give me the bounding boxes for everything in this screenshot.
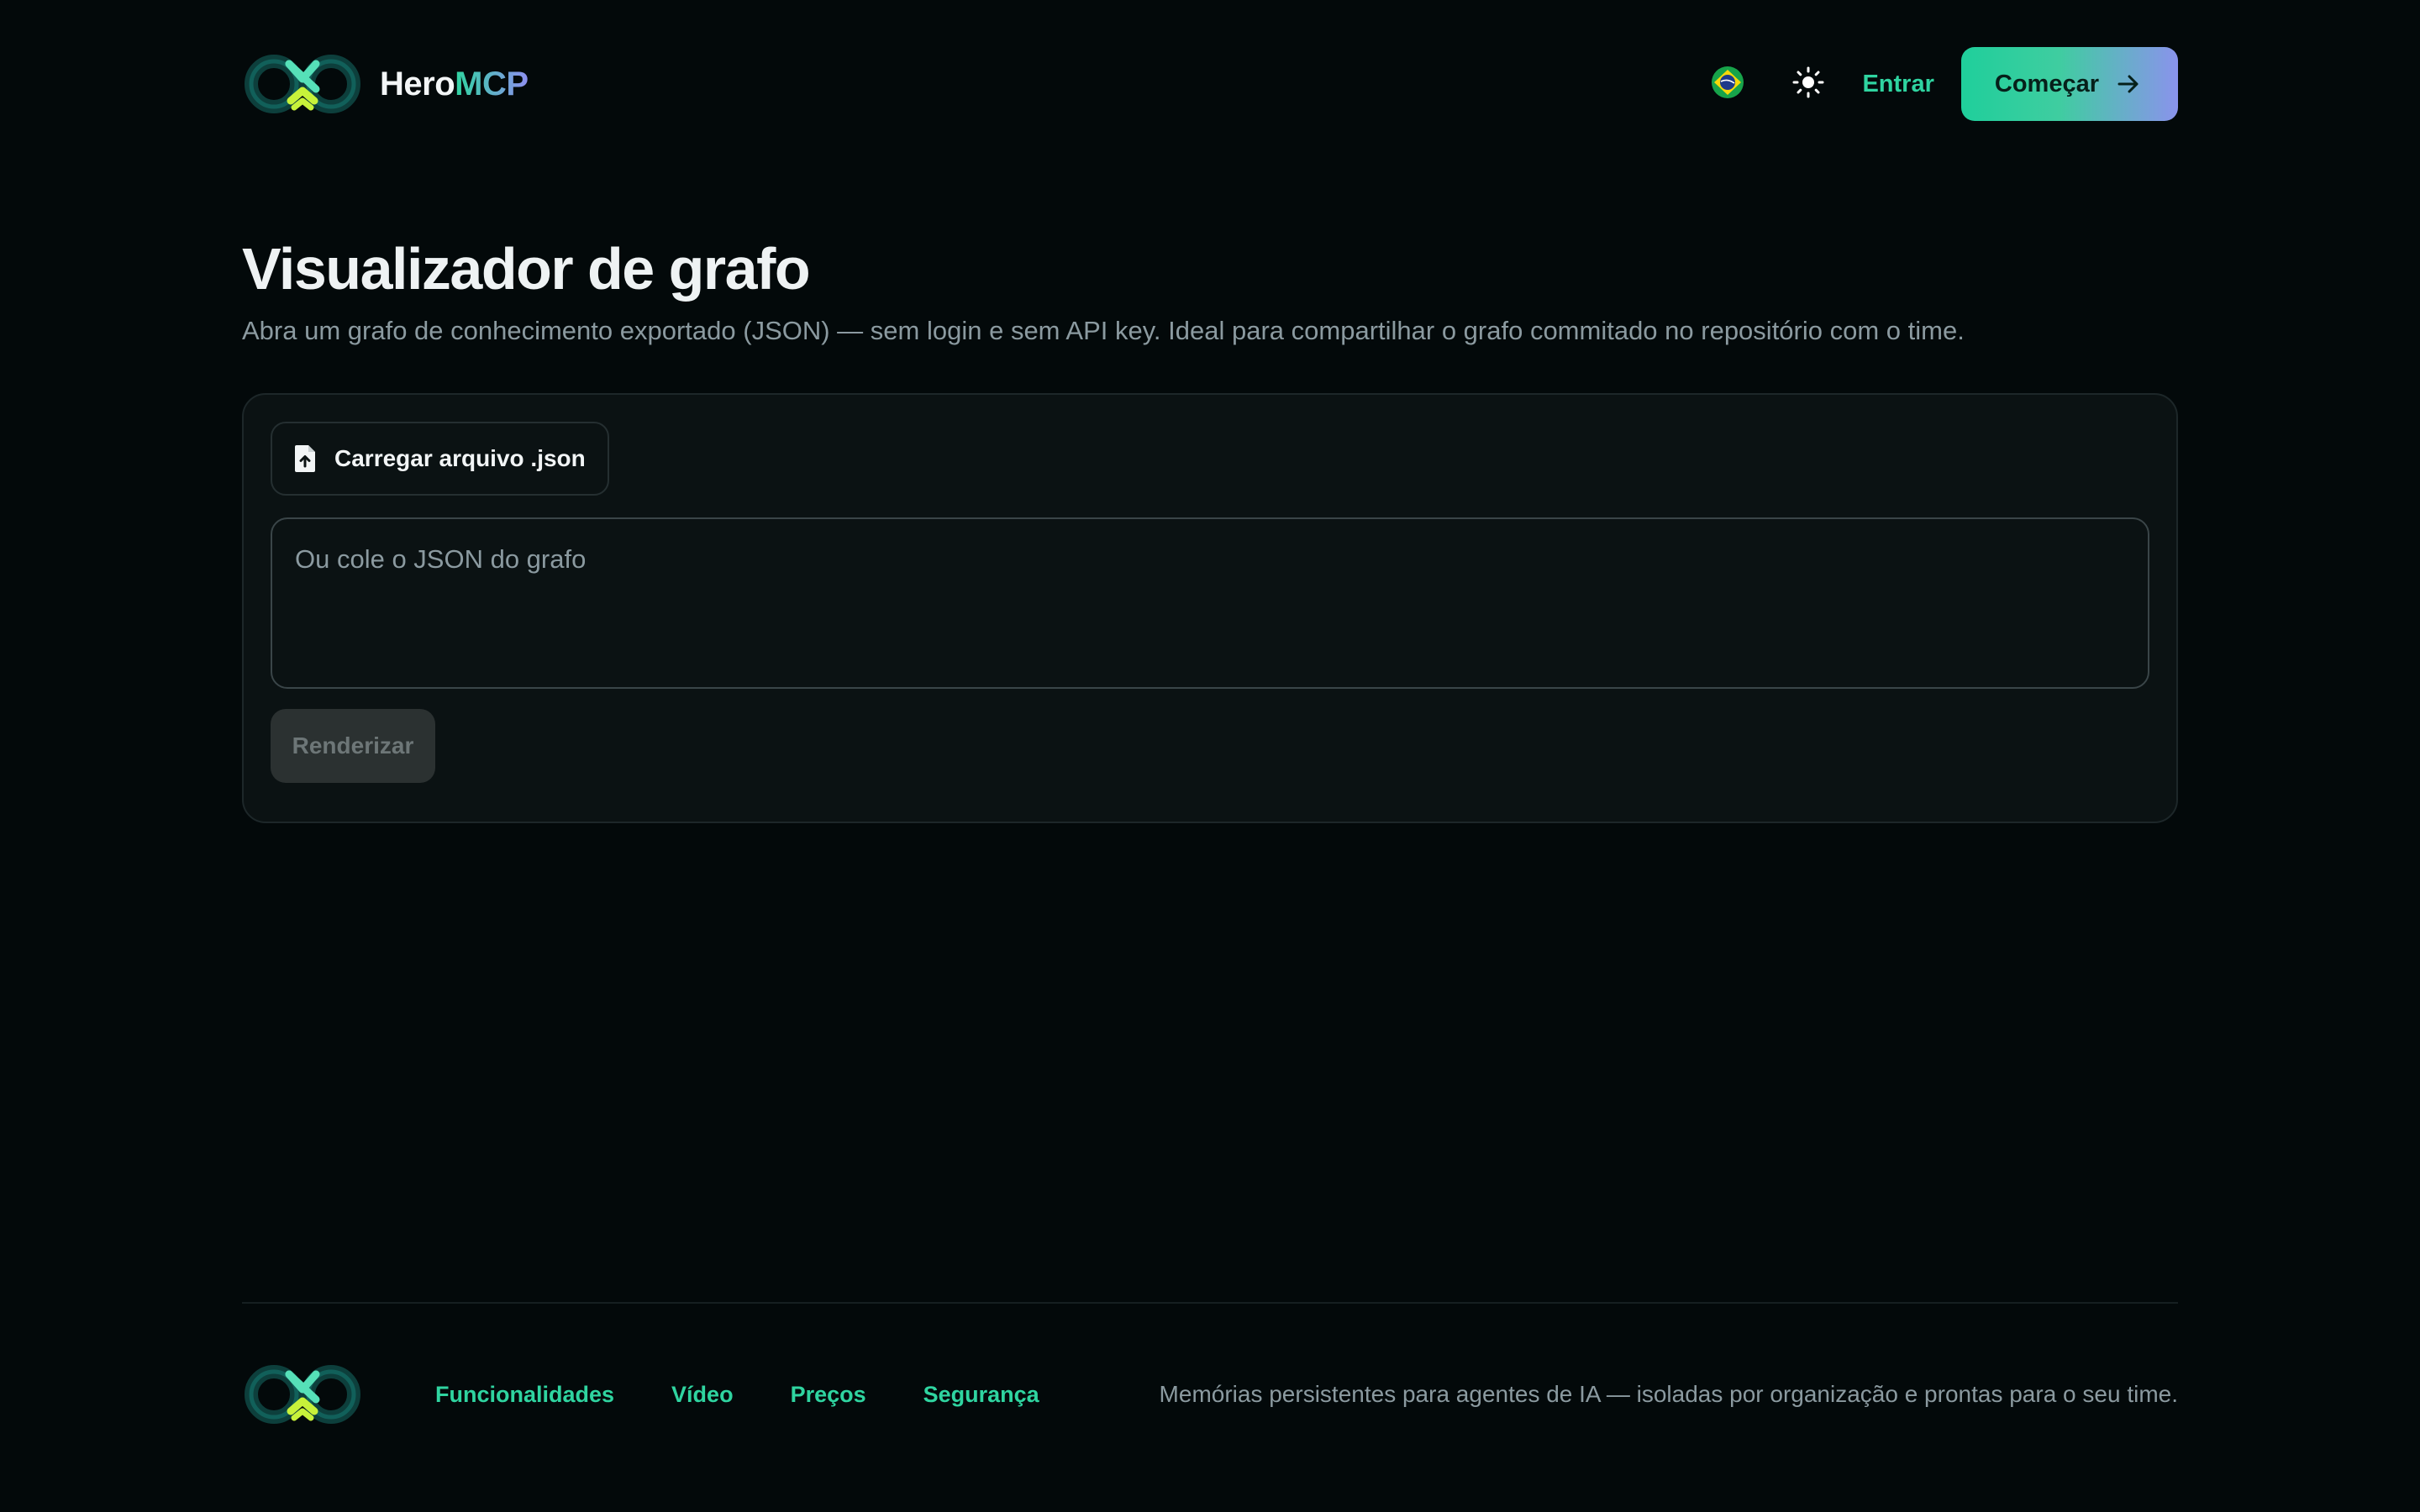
arrow-right-icon bbox=[2116, 71, 2141, 97]
file-upload-icon bbox=[292, 444, 318, 473]
graph-json-textarea[interactable] bbox=[271, 517, 2149, 689]
footer-tagline: Memórias persistentes para agentes de IA… bbox=[1159, 1381, 2178, 1407]
page-title: Visualizador de grafo bbox=[242, 236, 811, 302]
footer-link-pricing[interactable]: Preços bbox=[791, 1382, 866, 1408]
page-root: HeroMCP Entrar Começar Visualizador de g… bbox=[0, 0, 2420, 1512]
heromcp-logo-icon bbox=[242, 52, 363, 116]
brand-name-mcp: MCP bbox=[455, 65, 529, 102]
header-actions: Entrar Começar bbox=[1701, 47, 2178, 121]
theme-toggle-button[interactable] bbox=[1781, 57, 1835, 111]
brand-home-link[interactable]: HeroMCP bbox=[242, 52, 529, 116]
get-started-button[interactable]: Começar bbox=[1960, 47, 2178, 121]
footer-link-features[interactable]: Funcionalidades bbox=[435, 1382, 614, 1408]
footer-link-security[interactable]: Segurança bbox=[923, 1382, 1039, 1408]
sun-icon bbox=[1791, 66, 1825, 103]
footer-nav: Funcionalidades Vídeo Preços Segurança bbox=[435, 1378, 1039, 1411]
language-switch-button[interactable] bbox=[1701, 57, 1754, 111]
footer-divider bbox=[242, 1302, 2178, 1304]
brand-name: HeroMCP bbox=[380, 66, 529, 103]
page-subtitle: Abra um grafo de conhecimento exportado … bbox=[242, 316, 1965, 345]
brazil-flag-icon bbox=[1711, 66, 1744, 103]
get-started-label: Começar bbox=[1994, 70, 2099, 97]
upload-json-label: Carregar arquivo .json bbox=[334, 445, 586, 471]
brand-name-hero: Hero bbox=[380, 65, 455, 102]
top-header: HeroMCP Entrar Começar bbox=[242, 47, 2178, 121]
footer-logo-icon[interactable] bbox=[242, 1362, 363, 1431]
upload-json-button[interactable]: Carregar arquivo .json bbox=[271, 422, 609, 496]
footer-link-video[interactable]: Vídeo bbox=[671, 1382, 734, 1408]
graph-import-card: Carregar arquivo .json Renderizar bbox=[242, 393, 2178, 823]
login-link[interactable]: Entrar bbox=[1862, 71, 1933, 98]
render-button[interactable]: Renderizar bbox=[271, 709, 435, 783]
